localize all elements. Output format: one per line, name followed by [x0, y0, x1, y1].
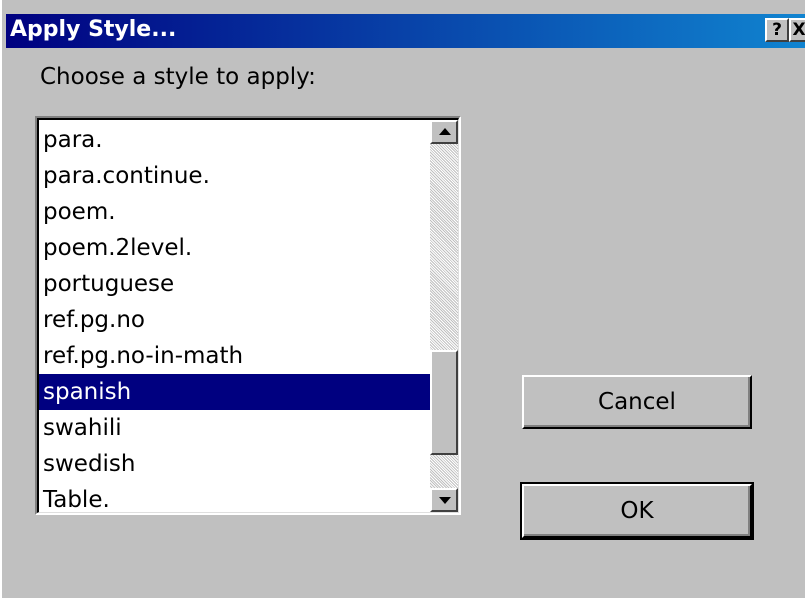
list-item-selected[interactable]: spanish: [39, 374, 430, 410]
list-item[interactable]: Table.: [39, 482, 430, 513]
list-item[interactable]: poem.2level.: [39, 230, 430, 266]
cancel-button-label: Cancel: [598, 389, 676, 415]
apply-style-dialog: Apply Style... ? X Choose a style to app…: [0, 0, 805, 598]
listbox-frame: para. para.continue. poem. poem.2level. …: [37, 118, 459, 513]
prompt-label: Choose a style to apply:: [40, 64, 316, 90]
arrow-down-icon: [439, 497, 451, 504]
scroll-thumb[interactable]: [430, 350, 458, 455]
help-icon: ?: [772, 20, 782, 40]
scroll-down-button[interactable]: [430, 488, 458, 512]
close-icon: X: [792, 20, 805, 40]
list-item[interactable]: poem.: [39, 194, 430, 230]
list-item[interactable]: portuguese: [39, 266, 430, 302]
list-item[interactable]: para.continue.: [39, 158, 430, 194]
ok-button-label: OK: [620, 498, 654, 524]
list-item[interactable]: swahili: [39, 410, 430, 446]
arrow-up-icon: [439, 128, 451, 135]
scroll-up-button[interactable]: [430, 120, 458, 144]
list-item[interactable]: para.: [39, 122, 430, 158]
cancel-button[interactable]: Cancel: [522, 375, 752, 429]
list-item[interactable]: ref.pg.no-in-math: [39, 338, 430, 374]
ok-button[interactable]: OK: [520, 482, 754, 540]
list-item[interactable]: ref.pg.no: [39, 302, 430, 338]
window-title: Apply Style...: [10, 17, 177, 42]
help-button[interactable]: ?: [765, 18, 789, 42]
list-item[interactable]: swedish: [39, 446, 430, 482]
title-bar[interactable]: Apply Style... ? X: [6, 14, 805, 48]
close-button[interactable]: X: [789, 18, 805, 42]
vertical-scrollbar[interactable]: [430, 120, 458, 512]
style-listbox[interactable]: para. para.continue. poem. poem.2level. …: [35, 116, 461, 515]
style-list: para. para.continue. poem. poem.2level. …: [39, 122, 430, 513]
